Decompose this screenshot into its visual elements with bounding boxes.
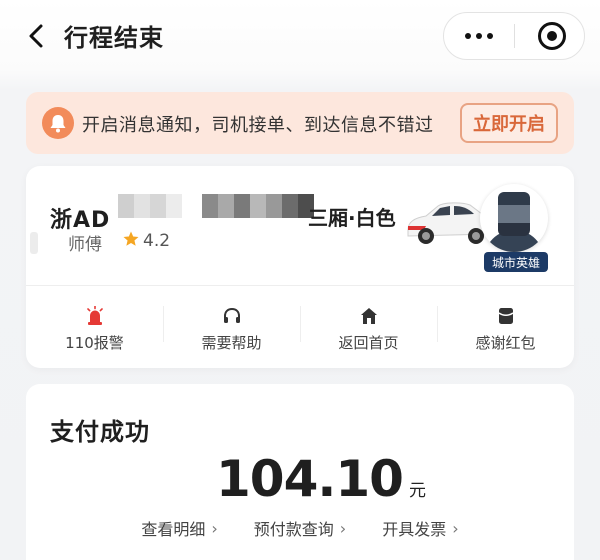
driver-name: 师傅 (68, 235, 102, 255)
city-hero-badge: 城市英雄 (484, 252, 548, 272)
view-details-link[interactable]: 查看明细 › (141, 516, 217, 540)
driver-avatar[interactable] (480, 184, 548, 252)
link-label: 开具发票 (382, 520, 447, 539)
more-dots-icon[interactable] (444, 13, 514, 59)
target-circle-icon[interactable] (538, 22, 566, 50)
capsule-divider (514, 24, 515, 48)
bell-icon (42, 107, 74, 139)
action-thank-red-packet[interactable]: 感谢红包 (437, 286, 574, 368)
action-label: 返回首页 (338, 334, 399, 352)
amount-unit: 元 (408, 481, 426, 501)
plate-redaction-mosaic (118, 194, 182, 218)
enable-notification-button[interactable]: 立即开启 (460, 103, 558, 143)
amount-value: 104.10 (216, 450, 404, 508)
car-description: 三厢·白色 (308, 206, 396, 230)
action-back-home[interactable]: 返回首页 (300, 286, 437, 368)
action-label: 需要帮助 (201, 334, 262, 352)
notification-banner: 开启消息通知，司机接单、到达信息不错过 立即开启 (26, 92, 574, 154)
driver-card: 浙AD 三厢·白色 师傅 4.2 城市英雄 110报警 需要帮助 返回首页 感谢… (26, 166, 574, 368)
driver-rating: 4.2 (143, 231, 171, 251)
link-label: 预付款查询 (253, 520, 334, 539)
chevron-right-icon: › (452, 518, 459, 538)
page-title: 行程结束 (64, 24, 164, 52)
action-need-help[interactable]: 需要帮助 (163, 286, 300, 368)
payment-status-title: 支付成功 (50, 418, 150, 446)
redaction-block (30, 232, 38, 254)
mini-program-capsule (443, 12, 585, 60)
link-label: 查看明细 (141, 520, 206, 539)
red-packet-icon (497, 306, 515, 326)
action-police-110[interactable]: 110报警 (26, 286, 163, 368)
back-arrow-icon[interactable] (22, 21, 52, 51)
notification-text: 开启消息通知，司机接单、到达信息不错过 (82, 115, 434, 136)
payment-links: 查看明细 › 预付款查询 › 开具发票 › (26, 516, 574, 540)
nav-header: 行程结束 (0, 0, 600, 72)
action-label: 110报警 (65, 334, 124, 352)
trip-actions: 110报警 需要帮助 返回首页 感谢红包 (26, 286, 574, 368)
prepayment-query-link[interactable]: 预付款查询 › (254, 516, 346, 540)
issue-invoice-link[interactable]: 开具发票 › (382, 516, 458, 540)
payment-card: 支付成功 104.10 元 查看明细 › 预付款查询 › 开具发票 › (26, 384, 574, 560)
chevron-right-icon: › (211, 518, 218, 538)
alarm-icon (85, 306, 105, 326)
home-icon (359, 306, 379, 326)
action-label: 感谢红包 (475, 334, 536, 352)
headset-icon (222, 306, 242, 326)
chevron-right-icon: › (339, 518, 347, 538)
payment-amount: 104.10 元 (216, 450, 426, 508)
plate-redaction-mosaic (202, 194, 314, 218)
star-icon (122, 230, 140, 252)
